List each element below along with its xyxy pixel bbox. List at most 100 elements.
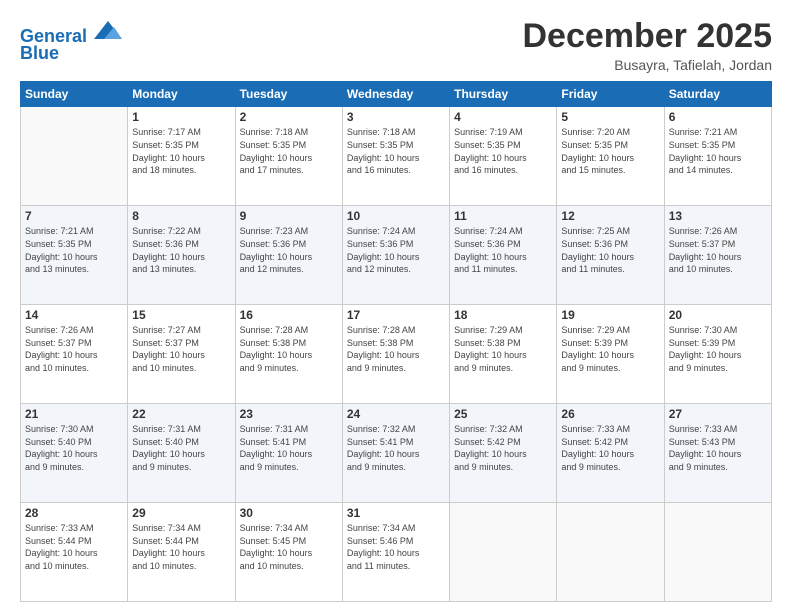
- day-info: Sunrise: 7:32 AMSunset: 5:41 PMDaylight:…: [347, 423, 445, 473]
- day-info: Sunrise: 7:20 AMSunset: 5:35 PMDaylight:…: [561, 126, 659, 176]
- table-row: 15 Sunrise: 7:27 AMSunset: 5:37 PMDayligh…: [128, 305, 235, 404]
- month-title: December 2025: [522, 18, 772, 55]
- day-number: 5: [561, 110, 659, 124]
- table-row: 12Sunrise: 7:25 AMSunset: 5:36 PMDayligh…: [557, 206, 664, 305]
- table-row: 21 Sunrise: 7:30 AMSunset: 5:40 PMDayligh…: [21, 404, 128, 503]
- day-number: 3: [347, 110, 445, 124]
- header-sunday: Sunday: [21, 82, 128, 107]
- header: General Blue December 2025 Busayra, Tafi…: [20, 18, 772, 73]
- day-info: Sunrise: 7:31 AMSunset: 5:40 PMDaylight:…: [132, 423, 230, 473]
- table-row: 8 Sunrise: 7:22 AMSunset: 5:36 PMDaylight…: [128, 206, 235, 305]
- table-row: 24 Sunrise: 7:32 AMSunset: 5:41 PMDayligh…: [342, 404, 449, 503]
- day-number: 20: [669, 308, 767, 322]
- table-row: 16Sunrise: 7:28 AMSunset: 5:38 PMDayligh…: [235, 305, 342, 404]
- day-info: Sunrise: 7:19 AMSunset: 5:35 PMDaylight:…: [454, 126, 552, 176]
- day-number: 23: [240, 407, 338, 421]
- day-info: Sunrise: 7:24 AMSunset: 5:36 PMDaylight:…: [454, 225, 552, 275]
- table-row: 29Sunrise: 7:34 AMSunset: 5:44 PMDayligh…: [128, 503, 235, 602]
- day-info: Sunrise: 7:26 AMSunset: 5:37 PMDaylight:…: [669, 225, 767, 275]
- day-number: 28: [25, 506, 123, 520]
- day-number: 10: [347, 209, 445, 223]
- day-info: Sunrise: 7:30 AMSunset: 5:39 PMDaylight:…: [669, 324, 767, 374]
- table-row: 7Sunrise: 7:21 AMSunset: 5:35 PMDaylight…: [21, 206, 128, 305]
- table-row: 2Sunrise: 7:18 AMSunset: 5:35 PMDaylight…: [235, 107, 342, 206]
- page: General Blue December 2025 Busayra, Tafi…: [0, 0, 792, 612]
- day-info: Sunrise: 7:21 AMSunset: 5:35 PMDaylight:…: [669, 126, 767, 176]
- table-row: 23 Sunrise: 7:31 AMSunset: 5:41 PMDayligh…: [235, 404, 342, 503]
- table-row: 18 Sunrise: 7:29 AMSunset: 5:38 PMDayligh…: [450, 305, 557, 404]
- day-number: 14: [25, 308, 123, 322]
- day-info: Sunrise: 7:22 AMSunset: 5:36 PMDaylight:…: [132, 225, 230, 275]
- table-row: 20 Sunrise: 7:30 AMSunset: 5:39 PMDayligh…: [664, 305, 771, 404]
- table-row: 28 Sunrise: 7:33 AMSunset: 5:44 PMDayligh…: [21, 503, 128, 602]
- day-info: Sunrise: 7:31 AMSunset: 5:41 PMDaylight:…: [240, 423, 338, 473]
- header-friday: Friday: [557, 82, 664, 107]
- calendar-week-row: 21 Sunrise: 7:30 AMSunset: 5:40 PMDayligh…: [21, 404, 772, 503]
- header-monday: Monday: [128, 82, 235, 107]
- calendar: Sunday Monday Tuesday Wednesday Thursday…: [20, 81, 772, 602]
- table-row: 27Sunrise: 7:33 AMSunset: 5:43 PMDayligh…: [664, 404, 771, 503]
- day-info: Sunrise: 7:34 AMSunset: 5:45 PMDaylight:…: [240, 522, 338, 572]
- table-row: 14 Sunrise: 7:26 AMSunset: 5:37 PMDayligh…: [21, 305, 128, 404]
- day-number: 31: [347, 506, 445, 520]
- table-row: 30Sunrise: 7:34 AMSunset: 5:45 PMDayligh…: [235, 503, 342, 602]
- day-info: Sunrise: 7:25 AMSunset: 5:36 PMDaylight:…: [561, 225, 659, 275]
- table-row: [664, 503, 771, 602]
- day-number: 13: [669, 209, 767, 223]
- location-subtitle: Busayra, Tafielah, Jordan: [522, 57, 772, 73]
- day-number: 6: [669, 110, 767, 124]
- table-row: 22Sunrise: 7:31 AMSunset: 5:40 PMDayligh…: [128, 404, 235, 503]
- day-info: Sunrise: 7:23 AMSunset: 5:36 PMDaylight:…: [240, 225, 338, 275]
- calendar-week-row: 28 Sunrise: 7:33 AMSunset: 5:44 PMDayligh…: [21, 503, 772, 602]
- table-row: 3 Sunrise: 7:18 AMSunset: 5:35 PMDaylight…: [342, 107, 449, 206]
- table-row: 1 Sunrise: 7:17 AMSunset: 5:35 PMDaylight…: [128, 107, 235, 206]
- day-number: 24: [347, 407, 445, 421]
- table-row: 26Sunrise: 7:33 AMSunset: 5:42 PMDayligh…: [557, 404, 664, 503]
- day-info: Sunrise: 7:28 AMSunset: 5:38 PMDaylight:…: [347, 324, 445, 374]
- table-row: 31 Sunrise: 7:34 AMSunset: 5:46 PMDayligh…: [342, 503, 449, 602]
- day-info: Sunrise: 7:32 AMSunset: 5:42 PMDaylight:…: [454, 423, 552, 473]
- header-thursday: Thursday: [450, 82, 557, 107]
- table-row: 19 Sunrise: 7:29 AMSunset: 5:39 PMDayligh…: [557, 305, 664, 404]
- day-info: Sunrise: 7:17 AMSunset: 5:35 PMDaylight:…: [132, 126, 230, 176]
- day-info: Sunrise: 7:26 AMSunset: 5:37 PMDaylight:…: [25, 324, 123, 374]
- day-info: Sunrise: 7:29 AMSunset: 5:39 PMDaylight:…: [561, 324, 659, 374]
- calendar-header-row: Sunday Monday Tuesday Wednesday Thursday…: [21, 82, 772, 107]
- table-row: 9 Sunrise: 7:23 AMSunset: 5:36 PMDaylight…: [235, 206, 342, 305]
- table-row: 13 Sunrise: 7:26 AMSunset: 5:37 PMDayligh…: [664, 206, 771, 305]
- header-saturday: Saturday: [664, 82, 771, 107]
- day-number: 1: [132, 110, 230, 124]
- day-info: Sunrise: 7:34 AMSunset: 5:44 PMDaylight:…: [132, 522, 230, 572]
- day-number: 8: [132, 209, 230, 223]
- table-row: 4 Sunrise: 7:19 AMSunset: 5:35 PMDaylight…: [450, 107, 557, 206]
- day-info: Sunrise: 7:33 AMSunset: 5:43 PMDaylight:…: [669, 423, 767, 473]
- day-number: 18: [454, 308, 552, 322]
- calendar-week-row: 1 Sunrise: 7:17 AMSunset: 5:35 PMDaylight…: [21, 107, 772, 206]
- day-number: 17: [347, 308, 445, 322]
- day-number: 19: [561, 308, 659, 322]
- table-row: 6 Sunrise: 7:21 AMSunset: 5:35 PMDaylight…: [664, 107, 771, 206]
- day-info: Sunrise: 7:18 AMSunset: 5:35 PMDaylight:…: [347, 126, 445, 176]
- day-info: Sunrise: 7:27 AMSunset: 5:37 PMDaylight:…: [132, 324, 230, 374]
- table-row: 17 Sunrise: 7:28 AMSunset: 5:38 PMDayligh…: [342, 305, 449, 404]
- day-number: 9: [240, 209, 338, 223]
- day-number: 7: [25, 209, 123, 223]
- day-number: 4: [454, 110, 552, 124]
- day-number: 15: [132, 308, 230, 322]
- day-info: Sunrise: 7:34 AMSunset: 5:46 PMDaylight:…: [347, 522, 445, 572]
- day-number: 21: [25, 407, 123, 421]
- day-info: Sunrise: 7:28 AMSunset: 5:38 PMDaylight:…: [240, 324, 338, 374]
- title-block: December 2025 Busayra, Tafielah, Jordan: [522, 18, 772, 73]
- table-row: 25Sunrise: 7:32 AMSunset: 5:42 PMDayligh…: [450, 404, 557, 503]
- day-info: Sunrise: 7:33 AMSunset: 5:42 PMDaylight:…: [561, 423, 659, 473]
- day-info: Sunrise: 7:29 AMSunset: 5:38 PMDaylight:…: [454, 324, 552, 374]
- table-row: [450, 503, 557, 602]
- day-info: Sunrise: 7:30 AMSunset: 5:40 PMDaylight:…: [25, 423, 123, 473]
- table-row: [21, 107, 128, 206]
- logo: General Blue: [20, 22, 122, 64]
- day-info: Sunrise: 7:24 AMSunset: 5:36 PMDaylight:…: [347, 225, 445, 275]
- logo-icon: [94, 18, 122, 42]
- calendar-week-row: 14 Sunrise: 7:26 AMSunset: 5:37 PMDayligh…: [21, 305, 772, 404]
- table-row: 10 Sunrise: 7:24 AMSunset: 5:36 PMDayligh…: [342, 206, 449, 305]
- day-info: Sunrise: 7:33 AMSunset: 5:44 PMDaylight:…: [25, 522, 123, 572]
